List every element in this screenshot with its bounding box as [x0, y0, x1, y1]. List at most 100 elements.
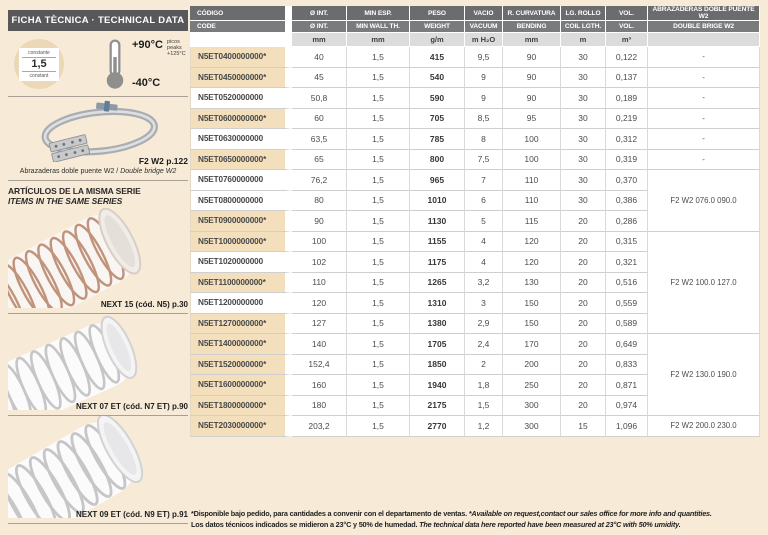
bending-radius-cell: 250 [503, 375, 561, 396]
bending-radius-cell: 150 [503, 314, 561, 335]
hose-image-next-07-et [8, 314, 188, 410]
code-cell: N5ET1800000000* [190, 396, 292, 417]
code-cell: N5ET0900000000* [190, 211, 292, 232]
unit-cell: mm [347, 33, 410, 47]
clamp-ref-cell: - [648, 68, 760, 89]
column-header-en: MIN WALL TH. [347, 21, 410, 33]
sidebar: FICHA TÈCNICA · TECHNICAL DATA constante… [8, 10, 188, 524]
bending-radius-cell: 130 [503, 273, 561, 294]
footnote-line-1: *Disponible bajo pedido, para cantidades… [191, 509, 766, 520]
clamp-ref-cell: F2 W2 200.0 230.0 [648, 416, 760, 437]
column-header-en: VOL. [606, 21, 648, 33]
volume-cell: 0,312 [606, 129, 648, 150]
bending-radius-cell: 100 [503, 129, 561, 150]
series-heading: ARTÍCULOS DE LA MISMA SERIE ITEMS IN THE… [8, 186, 188, 206]
code-cell: N5ET0800000000 [190, 191, 292, 212]
unit-cell [648, 33, 760, 47]
footnote-line-2-en: The technical data here reported have be… [419, 520, 680, 529]
badge-value: 1,5 [22, 57, 56, 72]
code-cell: N5ET0450000000* [190, 68, 292, 89]
code-cell: N5ET0600000000* [190, 109, 292, 130]
unit-cell: g/m [410, 33, 465, 47]
temp-max: +90°C [132, 39, 163, 51]
inner-diameter-cell: 90 [292, 211, 347, 232]
code-cell: N5ET1000000000* [190, 232, 292, 253]
constant-badge-inner: constante 1,5 constant [19, 48, 59, 81]
bending-radius-cell: 120 [503, 232, 561, 253]
inner-diameter-cell: 50,8 [292, 88, 347, 109]
bending-radius-cell: 95 [503, 109, 561, 130]
vacuum-cell: 4 [465, 232, 503, 253]
weight-cell: 1380 [410, 314, 465, 335]
coil-length-cell: 30 [561, 47, 606, 68]
weight-cell: 1155 [410, 232, 465, 253]
min-wall-cell: 1,5 [347, 396, 410, 417]
inner-diameter-cell: 76,2 [292, 170, 347, 191]
bending-radius-cell: 90 [503, 68, 561, 89]
coil-length-cell: 15 [561, 416, 606, 437]
footnote-line-2-es: Los datos técnicos indicados se midieron… [191, 520, 417, 529]
related-item: NEXT 15 (cód. N5) p.30 [8, 208, 188, 313]
inner-diameter-cell: 80 [292, 191, 347, 212]
volume-cell: 0,315 [606, 232, 648, 253]
code-cell: N5ET1520000000* [190, 355, 292, 376]
unit-cell: m [561, 33, 606, 47]
min-wall-cell: 1,5 [347, 88, 410, 109]
footnote-line-2: Los datos técnicos indicados se midieron… [191, 520, 766, 531]
table-row: N5ET052000000050,81,5590990300,189- [190, 88, 760, 109]
inner-diameter-cell: 152,4 [292, 355, 347, 376]
inner-diameter-cell: 40 [292, 47, 347, 68]
divider [8, 523, 188, 524]
clamp-ref-cell: F2 W2 100.0 127.0 [648, 232, 760, 335]
inner-diameter-cell: 63,5 [292, 129, 347, 150]
divider [8, 180, 188, 181]
weight-cell: 2770 [410, 416, 465, 437]
bending-radius-cell: 120 [503, 252, 561, 273]
vacuum-cell: 1,8 [465, 375, 503, 396]
temp-min: -40°C [132, 77, 186, 89]
weight-cell: 1265 [410, 273, 465, 294]
coil-length-cell: 30 [561, 88, 606, 109]
volume-cell: 0,871 [606, 375, 648, 396]
clamp-image [12, 100, 184, 162]
volume-cell: 0,559 [606, 293, 648, 314]
min-wall-cell: 1,5 [347, 129, 410, 150]
coil-length-cell: 20 [561, 252, 606, 273]
volume-cell: 0,370 [606, 170, 648, 191]
vacuum-cell: 3 [465, 293, 503, 314]
weight-cell: 1130 [410, 211, 465, 232]
column-header-es: R. CURVATURA [503, 6, 561, 21]
column-header-es: PESO [410, 6, 465, 21]
inner-diameter-cell: 180 [292, 396, 347, 417]
min-wall-cell: 1,5 [347, 334, 410, 355]
min-wall-cell: 1,5 [347, 293, 410, 314]
series-title-en: ITEMS IN THE SAME SERIES [8, 196, 188, 206]
coil-length-cell: 30 [561, 129, 606, 150]
footnote-line-1-es: *Disponible bajo pedido, para cantidades… [191, 509, 467, 518]
unit-cell: mm [292, 33, 347, 47]
inner-diameter-cell: 120 [292, 293, 347, 314]
weight-cell: 785 [410, 129, 465, 150]
coil-length-cell: 20 [561, 396, 606, 417]
related-item-label: NEXT 09 ET (cód. N9 ET) p.91 [76, 510, 188, 519]
weight-cell: 1705 [410, 334, 465, 355]
table-header: CÓDIGOØ INT.MIN ESP.PESOVACIOR. CURVATUR… [190, 6, 760, 33]
inner-diameter-cell: 100 [292, 232, 347, 253]
volume-cell: 0,321 [606, 252, 648, 273]
code-cell: N5ET1200000000 [190, 293, 292, 314]
hose-image-next-09-et [8, 416, 188, 518]
min-wall-cell: 1,5 [347, 314, 410, 335]
divider [8, 96, 188, 97]
min-wall-cell: 1,5 [347, 68, 410, 89]
header-row-en: CODEØ INT.MIN WALL TH.WEIGHTVACUUMBENDIN… [190, 21, 760, 33]
unit-cell: m H₂O [465, 33, 503, 47]
clamp-figure [8, 100, 188, 162]
badge-label-es: constante [19, 50, 59, 56]
vacuum-cell: 2 [465, 355, 503, 376]
bending-radius-cell: 90 [503, 88, 561, 109]
column-header-en: Ø INT. [292, 21, 347, 33]
volume-cell: 0,649 [606, 334, 648, 355]
column-header-en: COIL LGTH. [561, 21, 606, 33]
related-item-label: NEXT 07 ET (cód. N7 ET) p.90 [76, 402, 188, 411]
weight-cell: 1940 [410, 375, 465, 396]
